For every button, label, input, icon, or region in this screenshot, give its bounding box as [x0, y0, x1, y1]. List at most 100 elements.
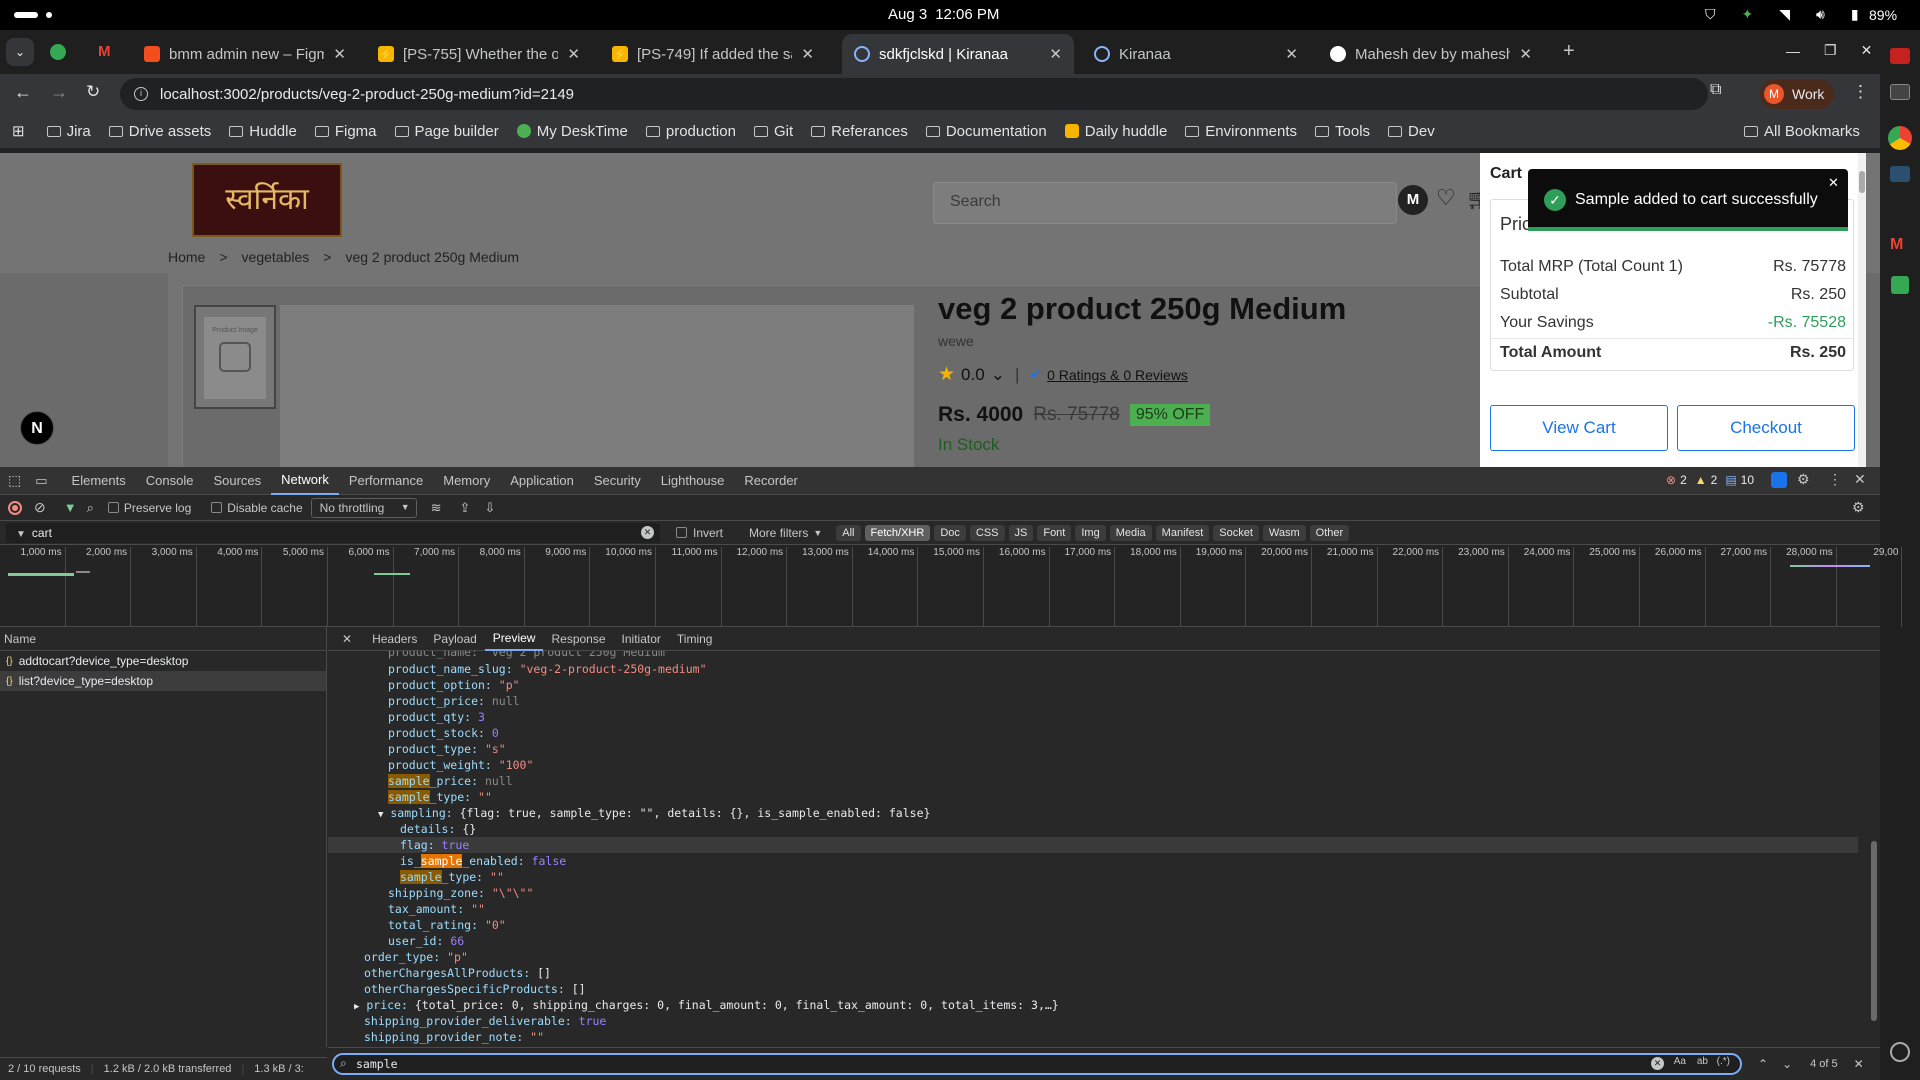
restore-icon[interactable]: ❐	[1824, 42, 1837, 59]
request-row-selected[interactable]: {} list?device_type=desktop	[0, 671, 326, 691]
filter-css[interactable]: CSS	[969, 524, 1005, 541]
preview-line[interactable]: shipping_zone: "\"\""	[328, 885, 533, 901]
regex-icon[interactable]: (.*)	[1717, 1056, 1730, 1067]
all-bookmarks[interactable]: All Bookmarks	[1744, 123, 1860, 140]
extensions-icon[interactable]: ⧉	[1710, 81, 1721, 99]
tab-figma[interactable]: bmm admin new – Figma ✕	[132, 34, 358, 74]
expand-triangle-icon[interactable]: ▼	[378, 810, 383, 820]
bookmark-dev[interactable]: Dev	[1388, 123, 1435, 140]
tab-sources[interactable]: Sources	[203, 467, 271, 495]
preview-line[interactable]: is_sample_enabled: false	[328, 853, 566, 869]
reload-icon[interactable]: ↻	[86, 82, 100, 102]
breadcrumb-vegetables[interactable]: vegetables	[242, 249, 310, 265]
close-detail-icon[interactable]: ✕	[342, 632, 352, 646]
tab-lighthouse[interactable]: Lighthouse	[651, 467, 735, 495]
export-har-icon[interactable]: ⇩	[484, 500, 495, 516]
user-avatar[interactable]: M	[1398, 185, 1428, 215]
url-text[interactable]: localhost:3002/products/veg-2-product-25…	[160, 86, 574, 103]
tab-search-button[interactable]: ⌄	[6, 38, 34, 66]
bookmark-git[interactable]: Git	[753, 123, 793, 140]
invert-checkbox[interactable]	[676, 527, 687, 538]
sheets-icon[interactable]	[1891, 276, 1909, 294]
apps-grid-icon[interactable]: ⊞	[12, 122, 25, 140]
more-options-icon[interactable]: ⋮	[1828, 471, 1842, 488]
clear-icon[interactable]: ⊘	[34, 499, 46, 516]
preview-scrollbar[interactable]	[1868, 651, 1880, 1045]
tab-github[interactable]: Mahesh dev by maheshk ✕	[1318, 34, 1544, 74]
more-filters-dropdown[interactable]: More filters	[749, 526, 808, 540]
tab-initiator[interactable]: Initiator	[614, 632, 669, 646]
drawer-scrollbar[interactable]	[1858, 153, 1866, 467]
chrome-icon[interactable]	[1888, 126, 1912, 150]
app-icon-files[interactable]	[1890, 48, 1910, 64]
tab-kiranaa-active[interactable]: sdkfjclskd | Kiranaa ✕	[842, 34, 1074, 74]
close-icon[interactable]: ✕	[1828, 175, 1839, 191]
view-cart-button[interactable]: View Cart	[1490, 405, 1668, 451]
breadcrumb-home[interactable]: Home	[168, 249, 205, 265]
preview-line[interactable]: tax_amount: ""	[328, 901, 485, 917]
preview-line[interactable]: user_id: 66	[328, 933, 464, 949]
inspect-element-icon[interactable]: ⬚	[8, 472, 21, 489]
preview-line[interactable]: product_option: "p"	[328, 677, 520, 693]
next-match-icon[interactable]: ⌄	[1782, 1057, 1792, 1071]
close-devtools-icon[interactable]: ✕	[1854, 471, 1866, 488]
extension-devtools-icon[interactable]	[1771, 472, 1787, 488]
bookmark-environments[interactable]: Environments	[1185, 123, 1297, 140]
preview-line[interactable]: product_stock: 0	[328, 725, 499, 741]
tab-memory[interactable]: Memory	[433, 467, 500, 495]
product-main-image[interactable]	[280, 305, 914, 467]
throttling-select[interactable]: No throttling ▼	[310, 497, 417, 518]
bookmark-huddle[interactable]: Huddle	[229, 123, 297, 140]
network-overview-timeline[interactable]: 1,000 ms 2,000 ms 3,000 ms 4,000 ms 5,000 ms…	[0, 545, 1903, 627]
tab-jira-749[interactable]: ⚡ [PS-749] If added the sar ✕	[600, 34, 826, 74]
activities-indicator[interactable]	[14, 12, 38, 18]
preview-line-selected[interactable]: flag: true	[328, 837, 1858, 853]
search-icon[interactable]: ⌕	[87, 500, 94, 516]
record-icon[interactable]	[8, 500, 22, 515]
terminal-icon[interactable]	[1890, 84, 1910, 100]
gmail-icon[interactable]: M	[1890, 236, 1903, 254]
site-info-icon[interactable]: i	[134, 87, 148, 101]
preserve-log-checkbox[interactable]	[107, 502, 119, 513]
preview-line[interactable]: product_type: "s"	[328, 741, 506, 757]
tab-network[interactable]: Network	[271, 467, 339, 495]
preview-line[interactable]: product_qty: 3	[328, 709, 485, 725]
preview-line[interactable]: total_rating: "0"	[328, 917, 506, 933]
close-icon[interactable]: ✕	[567, 45, 580, 63]
filter-socket[interactable]: Socket	[1213, 524, 1259, 541]
close-icon[interactable]: ✕	[801, 45, 814, 63]
bookmark-drive-assets[interactable]: Drive assets	[108, 123, 211, 140]
filter-wasm[interactable]: Wasm	[1262, 524, 1306, 541]
tab-response[interactable]: Response	[543, 632, 613, 646]
filter-value[interactable]: cart	[32, 526, 52, 540]
clear-search-icon[interactable]: ✕	[1651, 1057, 1664, 1070]
wishlist-heart-icon[interactable]: ♡	[1436, 185, 1456, 211]
checkout-button[interactable]: Checkout	[1677, 405, 1855, 451]
bookmark-documentation[interactable]: Documentation	[925, 123, 1047, 140]
bookmark-page-builder[interactable]: Page builder	[394, 123, 499, 140]
tab-headers[interactable]: Headers	[364, 632, 425, 646]
tab-preview[interactable]: Preview	[484, 627, 544, 651]
request-row[interactable]: {} addtocart?device_type=desktop	[0, 651, 326, 671]
close-icon[interactable]: ✕	[1519, 45, 1532, 63]
preview-line[interactable]: product_price: null	[328, 693, 520, 709]
monitor-icon[interactable]	[1890, 166, 1910, 182]
preview-line[interactable]: otherChargesSpecificProducts: []	[328, 981, 586, 997]
settings-gear-icon[interactable]: ⚙	[1797, 471, 1810, 488]
scrollbar-thumb[interactable]	[1871, 841, 1877, 1021]
preview-line[interactable]: shipping_provider_note: ""	[328, 1029, 544, 1045]
import-har-icon[interactable]: ⇪	[460, 500, 471, 516]
site-logo[interactable]: स्वर्निका	[192, 163, 342, 237]
bookmark-daily-huddle[interactable]: Daily huddle	[1064, 123, 1167, 140]
preview-line[interactable]: sample_price: null	[328, 773, 513, 789]
pinned-tab-chrome[interactable]	[50, 44, 66, 60]
product-thumbnail[interactable]: Product Image	[194, 305, 276, 409]
forward-arrow-icon[interactable]: →	[50, 82, 68, 103]
ratings-reviews-link[interactable]: 0 Ratings & 0 Reviews	[1047, 367, 1188, 383]
close-icon[interactable]: ✕	[1049, 45, 1062, 63]
profile-button[interactable]: M Work	[1760, 79, 1835, 109]
clear-filter-icon[interactable]: ✕	[641, 525, 654, 539]
filter-icon[interactable]: ▼	[64, 500, 77, 515]
close-icon[interactable]: ✕	[1285, 45, 1298, 63]
preview-search-input[interactable]: ⌕ sample ✕ Aa ab (.*)	[332, 1053, 1742, 1075]
